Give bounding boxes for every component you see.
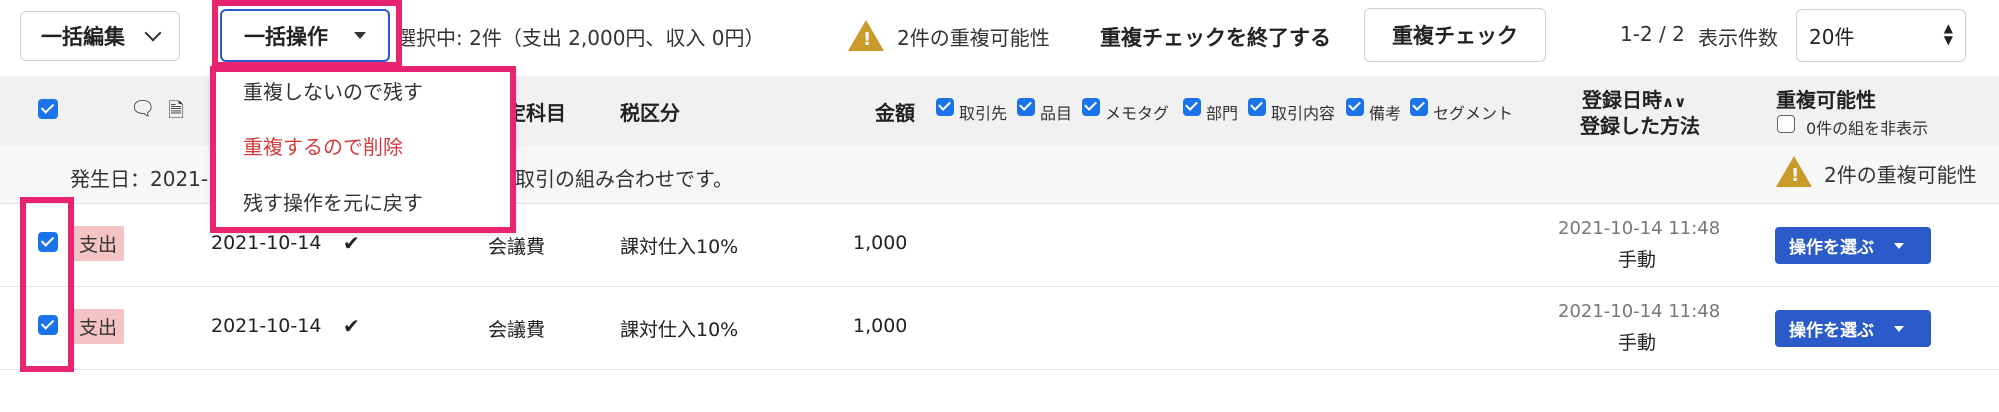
checkmark-icon: ✔ xyxy=(343,314,360,338)
row-account: 会議費 xyxy=(488,236,546,258)
selection-summary: 選択中: 2件（支出 2,000円、収入 0円） xyxy=(396,26,765,50)
row-method: 手動 xyxy=(1618,332,1657,354)
toggle-description-label: 取引内容 xyxy=(1271,104,1336,123)
choose-action-label: 操作を選ぶ xyxy=(1789,321,1874,341)
highlight-dropdown xyxy=(210,66,516,233)
group-duplicate-text: 2件の重複可能性 xyxy=(1824,163,1977,187)
caret-down-icon xyxy=(1894,325,1904,332)
toggle-item-checkbox[interactable] xyxy=(1017,98,1035,116)
divider xyxy=(0,369,1999,370)
select-arrows-icon: ▲ ▼ xyxy=(1943,21,1953,47)
header-registered-at[interactable]: 登録日時∧∨ xyxy=(1582,84,1686,113)
row-date: 2021-10-14 xyxy=(211,315,322,337)
row-method: 手動 xyxy=(1618,249,1657,271)
row-tax: 課対仕入10% xyxy=(620,236,739,258)
group-text-left: 発生日：2021- xyxy=(70,167,209,191)
group-text-right: 取引の組み合わせです。 xyxy=(515,167,733,191)
end-duplicate-check-link[interactable]: 重複チェックを終了する xyxy=(1100,22,1331,52)
per-page-label: 表示件数 xyxy=(1698,26,1778,50)
warning-icon: ! xyxy=(848,20,884,51)
chevron-down-icon xyxy=(144,24,162,42)
bulk-edit-button[interactable]: 一括編集 xyxy=(20,11,180,61)
expense-tag: 支出 xyxy=(72,309,125,344)
sort-icon: ∧∨ xyxy=(1662,93,1687,111)
hide-zero-checkbox[interactable] xyxy=(1777,115,1795,133)
row-account: 会議費 xyxy=(488,319,546,341)
hide-zero-label: 0件の組を非表示 xyxy=(1806,119,1929,138)
toggle-item-label: 品目 xyxy=(1040,104,1073,123)
toggle-partner-checkbox[interactable] xyxy=(936,98,954,116)
header-registered-at-label: 登録日時 xyxy=(1582,88,1662,112)
toggle-memotag-checkbox[interactable] xyxy=(1082,98,1100,116)
toggle-note-checkbox[interactable] xyxy=(1346,98,1364,116)
header-tax-category: 税区分 xyxy=(620,101,680,125)
toggle-department-checkbox[interactable] xyxy=(1183,98,1201,116)
choose-action-button[interactable]: 操作を選ぶ xyxy=(1775,310,1931,347)
select-all-checkbox[interactable] xyxy=(38,99,58,119)
choose-action-label: 操作を選ぶ xyxy=(1789,238,1874,258)
caret-down-icon xyxy=(1894,242,1904,249)
row-amount: 1,000 xyxy=(853,232,908,254)
per-page-select[interactable]: 20件 ▲ ▼ xyxy=(1796,9,1966,62)
toggle-memotag-label: メモタグ xyxy=(1105,104,1170,123)
row-registered-at: 2021-10-14 11:48 xyxy=(1558,301,1721,322)
highlight-row-checkboxes xyxy=(20,197,74,372)
warning-icon: ! xyxy=(1776,156,1812,187)
choose-action-button[interactable]: 操作を選ぶ xyxy=(1775,227,1931,264)
per-page-value: 20件 xyxy=(1809,25,1855,49)
toggle-partner-label: 取引先 xyxy=(959,104,1008,123)
toggle-note-label: 備考 xyxy=(1369,104,1402,123)
toggle-department-label: 部門 xyxy=(1206,104,1239,123)
duplicate-possibility-text: 2件の重複可能性 xyxy=(897,26,1050,50)
checkmark-icon: ✔ xyxy=(343,231,360,255)
pagination-range: 1-2 / 2 xyxy=(1620,22,1685,46)
row-registered-at: 2021-10-14 11:48 xyxy=(1558,218,1721,239)
expense-tag: 支出 xyxy=(72,226,125,261)
document-icon: 🗎 xyxy=(168,98,185,122)
toggle-description-checkbox[interactable] xyxy=(1248,98,1266,116)
bulk-edit-label: 一括編集 xyxy=(41,25,125,49)
duplicate-check-button[interactable]: 重複チェック xyxy=(1364,8,1546,62)
toggle-segment-checkbox[interactable] xyxy=(1410,98,1428,116)
row-tax: 課対仕入10% xyxy=(620,319,739,341)
toggle-segment-label: セグメント xyxy=(1433,104,1514,123)
highlight-bulk-action xyxy=(212,0,402,68)
header-duplicate-possibility: 重複可能性 xyxy=(1776,88,1876,112)
header-amount: 金額 xyxy=(875,101,915,125)
comment-icon: 🗨 xyxy=(130,96,156,120)
row-date: 2021-10-14 xyxy=(211,232,322,254)
header-registered-method: 登録した方法 xyxy=(1580,114,1700,138)
table-row: 支出 2021-10-14 ✔ 会議費 課対仕入10% 1,000 2021-1… xyxy=(0,287,1999,369)
row-amount: 1,000 xyxy=(853,315,908,337)
